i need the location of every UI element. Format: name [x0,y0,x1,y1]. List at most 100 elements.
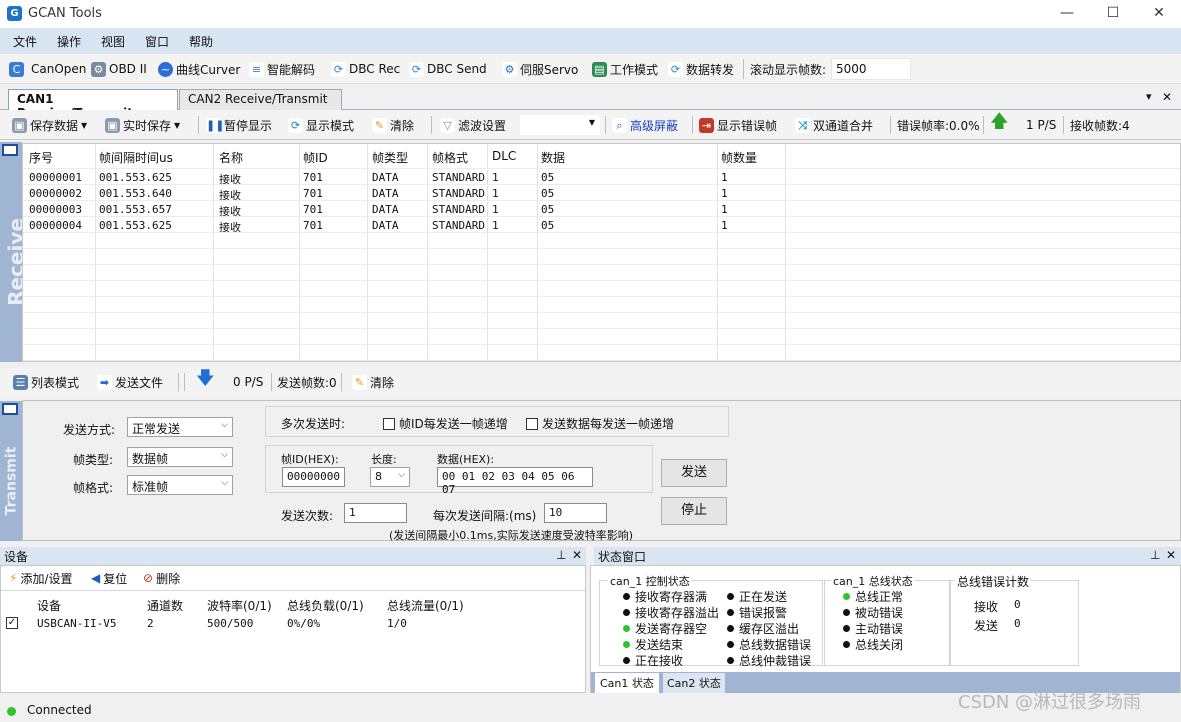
grid-cell: 1 [492,203,499,216]
header-frame-id[interactable]: 帧ID [303,149,328,166]
data-forward-label: 数据转发 [686,62,735,77]
grid-row-line [23,168,1180,169]
smart-decode-button[interactable]: ≡ 智能解码 [249,58,315,80]
interval-input[interactable]: 10 [544,503,607,523]
device-checkbox[interactable]: ✓ [6,617,18,629]
maximize-button[interactable]: ☐ [1090,0,1136,28]
grid-column-divider [785,144,786,361]
pause-display-button[interactable]: ❚❚ 暂停显示 [206,114,272,136]
header-dlc[interactable]: DLC [492,149,516,163]
pin-icon[interactable]: ⊥ [556,548,566,562]
tab-can2[interactable]: CAN2 Receive/Transmit [179,89,342,110]
header-interval[interactable]: 帧间隔时间us [99,149,173,166]
realtime-save-button[interactable]: ▣ 实时保存 ▼ [105,114,180,136]
frame-type-select[interactable]: 数据帧 [127,447,233,467]
close-icon[interactable]: ✕ [1166,548,1176,562]
data-hex-input[interactable]: 00 01 02 03 04 05 06 07 [437,467,593,496]
grid-column-divider [95,144,96,361]
inc-data-checkbox[interactable] [526,418,538,430]
grid-row-line [23,296,1180,297]
workmode-icon: ▤ [592,61,607,77]
inc-id-option[interactable]: 帧ID每发送一帧递增 [383,415,508,432]
status-item: 正在发送 [727,588,787,605]
minimize-button[interactable]: — [1044,0,1090,28]
delete-button[interactable]: ⊘ 删除 [143,567,180,589]
frame-type-label: 帧类型: [73,453,114,467]
grid-row-line [23,264,1180,265]
servo-button[interactable]: ⚙ 伺服Servo [502,58,578,80]
advanced-mask-button[interactable]: ⌕ 高级屏蔽 [612,114,678,136]
device-channels: 2 [147,617,154,630]
inc-data-option[interactable]: 发送数据每发送一帧递增 [526,415,674,432]
save-data-button[interactable]: ▣ 保存数据 ▼ [12,114,87,136]
header-seq[interactable]: 序号 [29,149,53,166]
list-mode-button[interactable]: ☰ 列表模式 [13,371,79,393]
add-settings-button[interactable]: ⚡ 添加/设置 [9,567,72,589]
dbc-rec-button[interactable]: ⟳ DBC Rec [331,58,400,80]
menu-file[interactable]: 文件 [13,33,37,50]
delete-icon: ⊘ [143,571,154,585]
transmit-clear-button[interactable]: ✎ 清除 [352,371,394,393]
send-mode-select[interactable]: 正常发送 [127,417,233,437]
menu-window[interactable]: 窗口 [145,33,169,50]
close-button[interactable]: ✕ [1136,0,1181,28]
pin-icon[interactable]: ⊥ [1150,548,1160,562]
filter-settings-button[interactable]: ▽ 滤波设置 [440,114,506,136]
inc-id-checkbox[interactable] [383,418,395,430]
merge-channels-button[interactable]: ⤨ 双通道合并 [795,114,873,136]
clear-button[interactable]: ✎ 清除 [372,114,414,136]
status-bar: Connected CSDN @淋过很多场雨 [0,692,1181,722]
broom-icon: ✎ [372,117,387,133]
grid-row-line [23,232,1180,233]
menu-operation[interactable]: 操作 [57,33,81,50]
scroll-fps-input[interactable]: 5000 [831,58,911,80]
status-panel-header: 状态窗口 ⊥ ✕ [594,547,1181,565]
header-frame-format[interactable]: 帧格式 [432,149,468,166]
menu-view[interactable]: 视图 [101,33,125,50]
status-item-label: 总线关闭 [855,638,904,652]
curve-button[interactable]: ~ 曲线Curver [158,58,240,80]
send-error-label: 发送 [974,619,999,633]
canopen-button[interactable]: C CanOpen [9,58,86,80]
inc-id-label: 帧ID每发送一帧递增 [399,417,508,431]
tab-can1[interactable]: CAN1 Receive/Transmit [8,89,178,120]
servo-label: 伺服Servo [520,62,579,77]
toolbar-separator [178,373,179,391]
header-count[interactable]: 帧数量 [721,149,757,166]
header-frame-type[interactable]: 帧类型 [372,149,408,166]
frame-id-input[interactable]: 00000000 [282,467,345,487]
tab-can1-status[interactable]: Can1 状态 [595,673,659,693]
header-name[interactable]: 名称 [219,149,243,166]
reset-button[interactable]: ◀ 复位 [91,567,127,589]
obd-button[interactable]: ⚙ OBD II [91,58,147,80]
panel-toggle-icon[interactable] [2,144,18,156]
send-button[interactable]: 发送 [661,459,727,487]
toolbar-separator [184,373,185,391]
send-file-button[interactable]: ➡ 发送文件 [97,371,163,393]
status-item: 错误报警 [727,604,787,621]
close-icon[interactable]: ✕ [572,548,582,562]
length-select[interactable]: 8 [370,467,410,487]
tab-can2-status[interactable]: Can2 状态 [663,673,725,693]
panel-toggle-icon[interactable] [2,403,18,415]
frame-format-select[interactable]: 标准帧 [127,475,233,495]
stop-button[interactable]: 停止 [661,497,727,525]
send-times-label: 发送次数: [281,509,334,523]
tab-close-icon[interactable]: ✕ [1162,90,1172,104]
status-item-label: 接收寄存器溢出 [635,606,720,620]
smart-decode-label: 智能解码 [267,62,316,77]
header-data[interactable]: 数据 [541,149,565,166]
show-error-frames-button[interactable]: ⇥ 显示错误帧 [699,114,777,136]
dbc-send-button[interactable]: ⟳ DBC Send [409,58,487,80]
merge-channels-label: 双通道合并 [813,118,874,133]
data-forward-button[interactable]: ⟳ 数据转发 [668,58,734,80]
black-dot-icon [843,625,850,632]
tab-menu-icon[interactable]: ▾ [1146,90,1152,103]
send-times-input[interactable]: 1 [344,503,407,523]
work-mode-button[interactable]: ▤ 工作模式 [592,58,658,80]
filter-select[interactable]: ▼ [520,115,600,135]
menu-help[interactable]: 帮助 [189,33,213,50]
advanced-mask-label: 高级屏蔽 [630,118,679,133]
status-item-label: 发送寄存器空 [635,622,708,636]
display-mode-button[interactable]: ⟳ 显示模式 [288,114,354,136]
